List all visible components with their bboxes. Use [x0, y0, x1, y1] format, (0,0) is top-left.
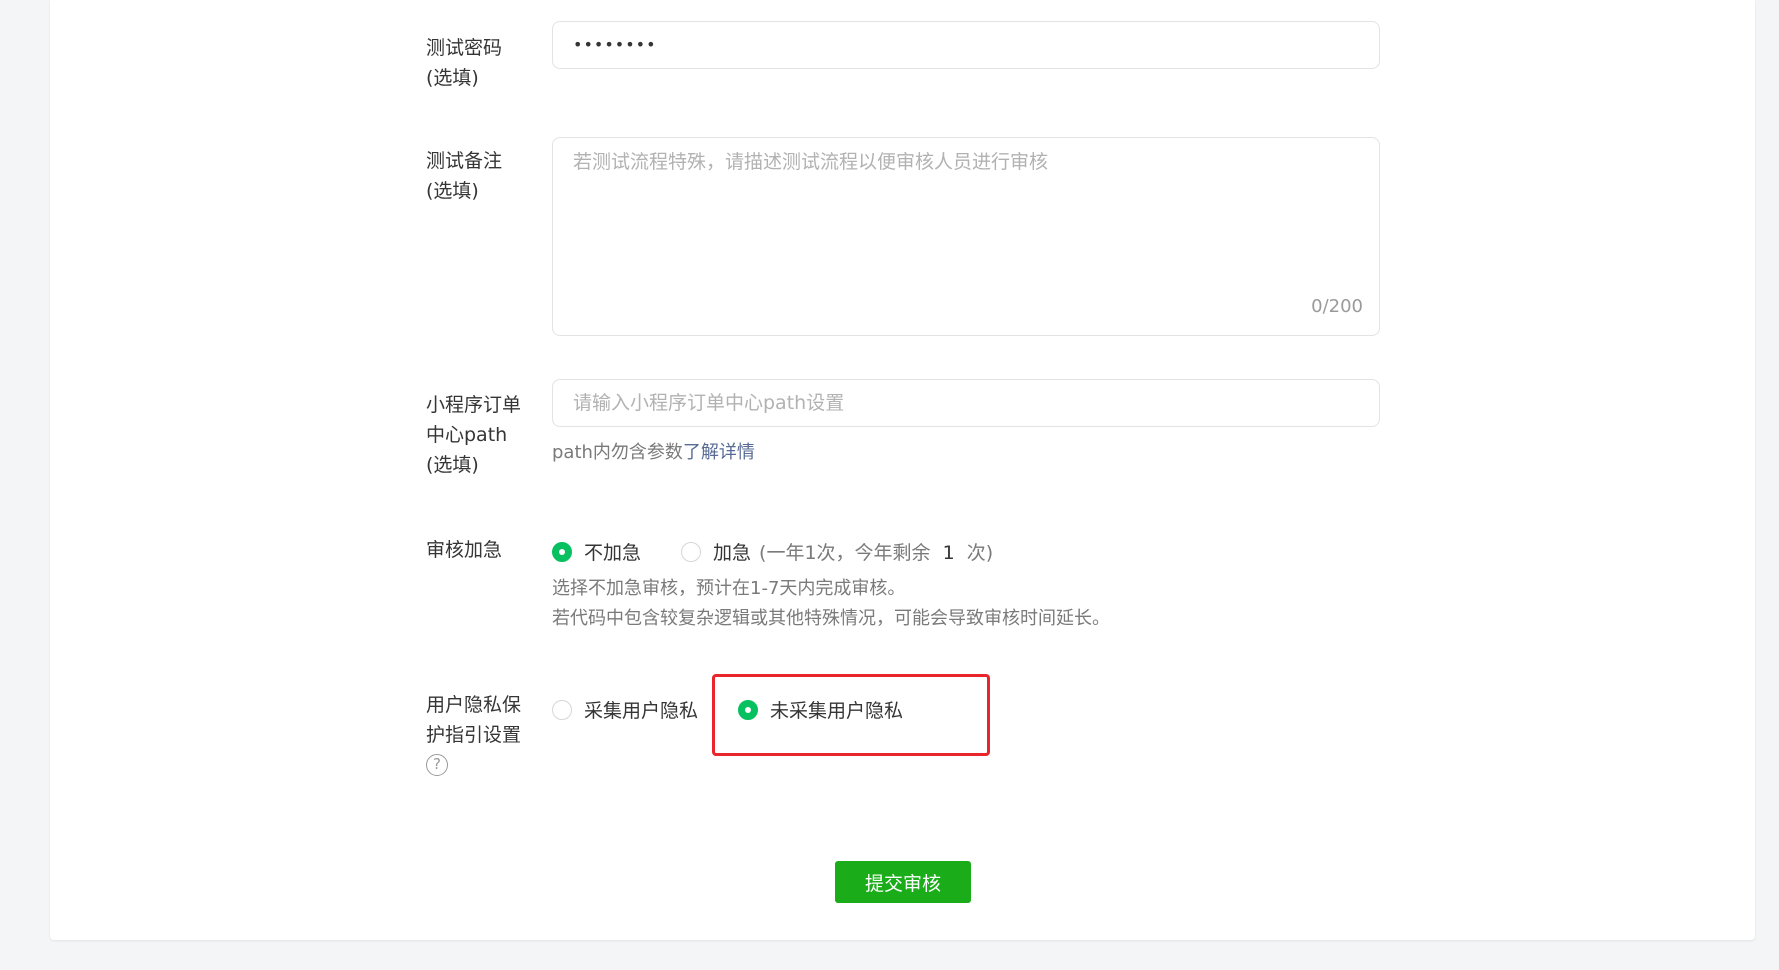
expedite-quota-count: 1	[942, 542, 955, 564]
password-label-text: 测试密码	[426, 37, 503, 59]
order-path-hint-text: path内勿含参数	[552, 442, 683, 463]
help-icon-glyph: ?	[433, 755, 441, 773]
order-path-label-line1: 小程序订单	[426, 394, 522, 416]
expedite-radio-group: 不加急 加急 (一年1次，今年剩余 1 次)	[552, 538, 993, 565]
radio-no-collect-privacy[interactable]: 未采集用户隐私	[738, 696, 903, 723]
radio-expedite-label: 加急	[713, 542, 752, 564]
privacy-label: 用户隐私保 护指引设置	[426, 690, 521, 750]
order-path-placeholder: 请输入小程序订单中心path设置	[573, 392, 845, 414]
password-input[interactable]: ••••••••	[552, 21, 1380, 69]
notes-label-text: 测试备注	[426, 150, 503, 172]
expedite-hint-line1: 选择不加急审核，预计在1-7天内完成审核。	[552, 578, 906, 599]
radio-collect-privacy-indicator[interactable]	[552, 699, 572, 720]
expedite-hint: 选择不加急审核，预计在1-7天内完成审核。 若代码中包含较复杂逻辑或其他特殊情况…	[552, 574, 1110, 634]
privacy-label-line1: 用户隐私保	[426, 694, 522, 716]
learn-more-link[interactable]: 了解详情	[683, 442, 755, 463]
notes-char-counter: 0/200	[1311, 296, 1363, 317]
expedite-quota-suffix: 次)	[966, 542, 994, 564]
radio-expedite-indicator[interactable]	[681, 541, 702, 562]
help-icon[interactable]: ?	[426, 754, 448, 776]
expedite-label: 审核加急	[426, 535, 502, 565]
privacy-radio-group: 采集用户隐私 未采集用户隐私	[552, 696, 903, 723]
expedite-hint-line2: 若代码中包含较复杂逻辑或其他特殊情况，可能会导致审核时间延长。	[552, 608, 1110, 629]
password-label-optional: (选填)	[426, 67, 479, 89]
order-path-hint: path内勿含参数了解详情	[552, 438, 755, 468]
password-value: ••••••••	[573, 35, 657, 54]
expedite-quota-prefix: (一年1次，今年剩余	[759, 542, 931, 564]
order-path-input[interactable]: 请输入小程序订单中心path设置	[552, 379, 1380, 427]
radio-no-collect-privacy-indicator[interactable]	[738, 699, 759, 720]
expedite-quota-note: (一年1次，今年剩余 1 次)	[759, 538, 993, 565]
order-path-label: 小程序订单 中心path (选填)	[426, 390, 521, 480]
radio-no-collect-privacy-label: 未采集用户隐私	[770, 700, 904, 722]
password-label: 测试密码 (选填)	[426, 33, 502, 93]
order-path-label-optional: (选填)	[426, 454, 479, 476]
radio-no-expedite-indicator[interactable]	[552, 541, 572, 562]
radio-no-expedite[interactable]: 不加急	[552, 538, 641, 565]
order-path-label-line2: 中心path	[426, 424, 508, 446]
notes-label-optional: (选填)	[426, 180, 479, 202]
privacy-label-line2: 护指引设置	[426, 724, 522, 746]
notes-textarea[interactable]: 若测试流程特殊，请描述测试流程以便审核人员进行审核 0/200	[552, 137, 1380, 336]
radio-collect-privacy[interactable]: 采集用户隐私	[552, 696, 698, 723]
submit-review-button[interactable]: 提交审核	[835, 861, 971, 903]
radio-collect-privacy-label: 采集用户隐私	[584, 700, 699, 722]
expedite-label-text: 审核加急	[426, 539, 503, 561]
radio-expedite[interactable]: 加急	[681, 538, 751, 565]
radio-no-expedite-label: 不加急	[584, 542, 642, 564]
notes-placeholder: 若测试流程特殊，请描述测试流程以便审核人员进行审核	[573, 151, 1049, 173]
notes-label: 测试备注 (选填)	[426, 146, 502, 206]
